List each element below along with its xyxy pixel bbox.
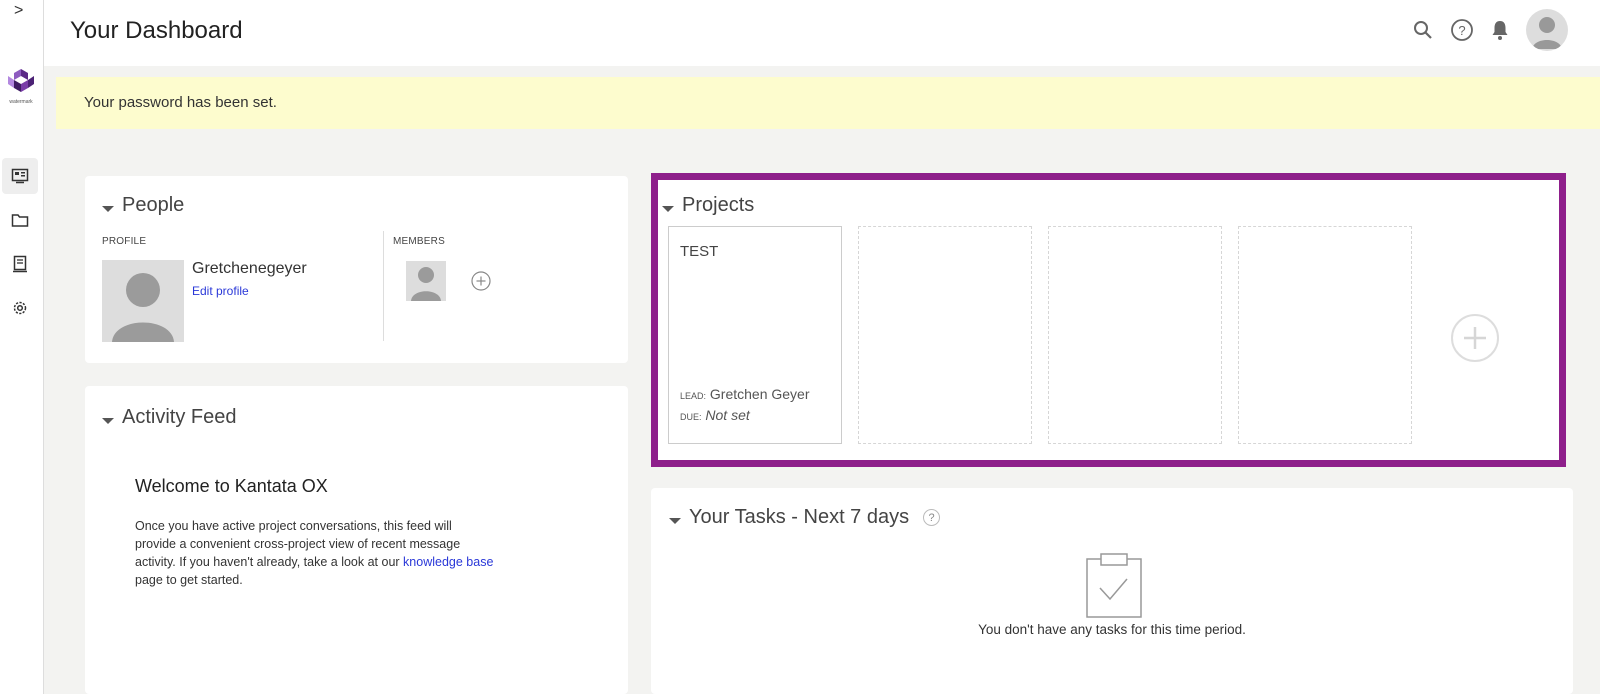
banner-message: Your password has been set. [84,94,277,111]
help-icon: ? [1451,19,1473,41]
left-rail: > watermark [0,0,44,694]
caret-down-icon [662,205,674,212]
user-avatar-button[interactable] [1526,9,1568,51]
top-header: Your Dashboard ? [44,0,1600,66]
caret-down-icon [102,205,114,212]
search-icon [1414,21,1432,39]
welcome-line: activity. If you haven't already, take a… [135,555,404,569]
plus-circle-icon [471,271,491,291]
folder-icon [11,214,29,227]
dashboard-icon [11,168,29,184]
tasks-card-toggle[interactable]: Your Tasks - Next 7 days ? [669,506,941,529]
project-lead: LEAD: Gretchen Geyer [680,386,810,402]
caret-down-icon [102,417,114,424]
add-member-button[interactable] [471,271,491,296]
page-title: Your Dashboard [70,17,243,44]
gear-icon [13,301,27,315]
svg-text:?: ? [1458,23,1465,38]
plus-icon [1464,327,1486,349]
projects-card-toggle[interactable]: Projects [662,194,754,217]
welcome-line: provide a convenient cross-project view … [135,537,461,551]
tasks-help-icon[interactable]: ? [923,509,941,526]
activity-feed-card: Activity Feed Welcome to Kantata OX Once… [85,386,628,694]
tasks-empty-message: You don't have any tasks for this time p… [978,622,1246,637]
tasks-title: Your Tasks - Next 7 days [689,506,910,528]
people-card: People PROFILE MEMBERS Gretchenegeyer Ed… [85,176,628,363]
empty-project-slot [858,226,1032,444]
reports-nav-button[interactable] [2,246,38,282]
activity-title: Activity Feed [122,406,237,428]
welcome-heading: Welcome to Kantata OX [135,476,328,496]
welcome-text: Once you have active project conversatio… [135,517,555,589]
avatar-icon [1532,17,1562,49]
user-name: Gretchenegeyer [192,260,307,277]
due-label: DUE: [680,412,702,422]
lead-name: Gretchen Geyer [709,386,810,402]
project-due: DUE: Not set [680,407,750,423]
members-label: MEMBERS [393,236,445,247]
edit-profile-link[interactable]: Edit profile [192,284,249,298]
person-icon [112,273,174,342]
people-title: People [122,194,185,216]
bell-icon [1492,21,1508,40]
project-tile[interactable]: TEST LEAD: Gretchen Geyer DUE: Not set [668,226,842,444]
member-avatar[interactable] [406,261,446,301]
clipboard-check-icon [1085,553,1143,624]
empty-project-slot [1238,226,1412,444]
success-banner: Your password has been set. [56,77,1600,129]
add-project-button[interactable] [1451,314,1499,362]
header-actions: ? [1412,9,1568,51]
people-card-toggle[interactable]: People [102,194,184,217]
search-button[interactable] [1412,19,1434,41]
settings-nav-button[interactable] [2,290,38,326]
divider [383,231,384,341]
welcome-line: Once you have active project conversatio… [135,519,452,533]
profile-label: PROFILE [102,236,147,247]
logo-text: watermark [9,99,33,105]
tasks-card: Your Tasks - Next 7 days ? You don't hav… [651,488,1573,694]
projects-nav-button[interactable] [2,202,38,238]
notifications-button[interactable] [1490,19,1510,41]
person-icon [411,267,441,301]
project-name: TEST [680,243,719,260]
profile-avatar[interactable] [102,260,184,342]
projects-title: Projects [682,194,755,216]
activity-card-toggle[interactable]: Activity Feed [102,406,236,429]
empty-project-slot [1048,226,1222,444]
lead-label: LEAD: [680,391,707,401]
welcome-line: page to get started. [135,573,243,587]
activity-empty-state: Welcome to Kantata OX Once you have acti… [135,476,555,589]
document-icon [13,255,27,273]
watermark-logo[interactable]: watermark [3,68,39,105]
caret-down-icon [669,517,681,524]
help-button[interactable]: ? [1450,18,1474,42]
dashboard-nav-button[interactable] [2,158,38,194]
projects-card: Projects TEST LEAD: Gretchen Geyer DUE: … [651,173,1566,467]
expand-sidebar-button[interactable]: > [14,2,23,20]
knowledge-base-link[interactable]: knowledge base [403,555,493,569]
due-value: Not set [705,407,750,423]
